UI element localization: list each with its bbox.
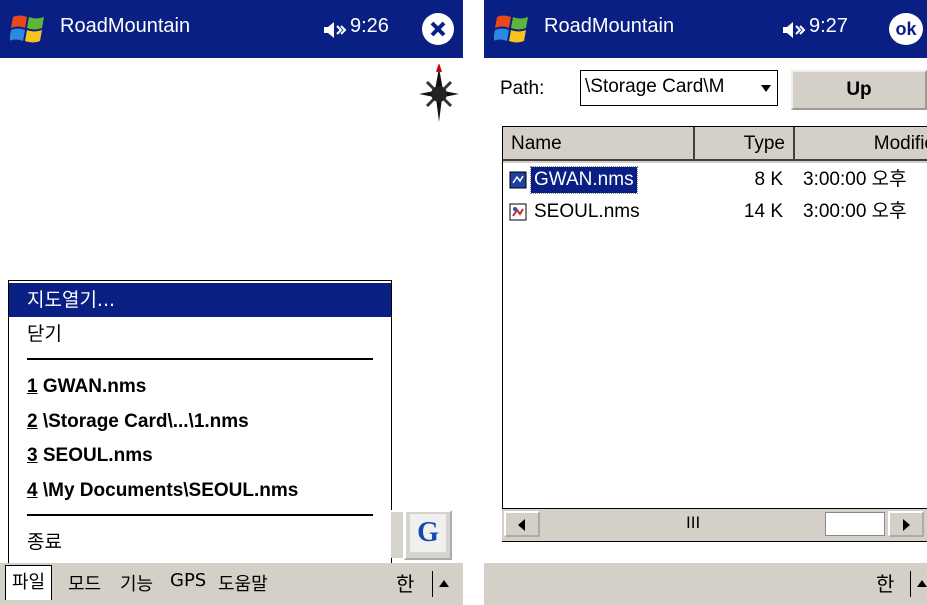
toolbar-button[interactable] — [391, 510, 403, 558]
menu-item-close[interactable]: 닫기 — [9, 317, 391, 351]
column-name[interactable]: Name — [503, 127, 695, 161]
input-panel-label: 한 — [396, 572, 415, 596]
chevron-down-icon — [761, 85, 771, 92]
speaker-icon[interactable] — [781, 20, 807, 40]
windows-flag-icon[interactable] — [10, 11, 48, 47]
file-modified: 3:00:00 오후 — [803, 169, 907, 190]
menu-bar: 파일 모드 기능 GPS 도움말 한 — [0, 563, 463, 605]
ok-button[interactable]: ok — [889, 13, 923, 45]
menubar-file[interactable]: 파일 — [5, 565, 53, 600]
file-name: SEOUL.nms — [534, 201, 640, 222]
recent-file-number: 2 — [27, 411, 38, 432]
menu-item-open-map[interactable]: 지도열기... — [9, 283, 391, 317]
recent-file-number: 4 — [27, 480, 38, 501]
windows-flag-icon[interactable] — [494, 11, 532, 47]
app-title: RoadMountain — [544, 15, 675, 37]
sip-arrow-icon[interactable] — [432, 571, 453, 597]
recent-file-path: GWAN.nms — [42, 376, 147, 397]
scroll-left-button[interactable] — [504, 511, 540, 537]
menu-bar: 한 — [484, 563, 927, 605]
compass-icon — [419, 64, 459, 122]
list-item[interactable]: GWAN.nms 8 K 3:00:00 오후 — [503, 165, 927, 195]
map-file-icon — [509, 171, 527, 189]
gps-toggle-button[interactable]: G — [404, 510, 452, 560]
input-panel-icon[interactable]: 한 — [876, 568, 912, 598]
menu-separator — [27, 358, 373, 360]
menu-item-exit[interactable]: 종료 — [9, 525, 391, 559]
menubar-mode[interactable]: 모드 — [68, 570, 101, 596]
sip-arrow-icon[interactable] — [910, 571, 927, 597]
app-title: RoadMountain — [60, 15, 191, 37]
recent-file-path: \Storage Card\...\1.nms — [42, 411, 249, 432]
scroll-thumb[interactable] — [825, 512, 885, 536]
recent-file-number: 1 — [27, 376, 38, 397]
path-dropdown[interactable]: \Storage Card\M — [580, 70, 778, 106]
up-button[interactable]: Up — [791, 70, 927, 110]
horizontal-scrollbar[interactable]: III — [502, 508, 927, 541]
clock: 9:26 — [350, 15, 389, 37]
file-name: GWAN.nms — [530, 166, 638, 194]
map-file-icon — [509, 203, 527, 221]
path-value: \Storage Card\M — [585, 76, 725, 97]
close-button[interactable] — [422, 13, 454, 45]
title-bar: RoadMountain 9:26 — [0, 0, 463, 58]
right-screen: RoadMountain 9:27 ok Path: \Storage Card… — [484, 0, 927, 605]
input-panel-icon[interactable]: 한 — [396, 568, 432, 598]
recent-file-3[interactable]: 3 SEOUL.nms — [9, 439, 391, 473]
recent-file-number: 3 — [27, 445, 38, 466]
scroll-grip-icon: III — [686, 513, 701, 532]
column-modified[interactable]: Modifie — [795, 127, 927, 161]
list-item[interactable]: SEOUL.nms 14 K 3:00:00 오후 — [503, 197, 927, 227]
recent-file-4[interactable]: 4 \My Documents\SEOUL.nms — [9, 474, 391, 508]
menu-separator — [27, 514, 373, 516]
left-screen: RoadMountain 9:26 지도열기... 닫기 1 GWAN.nms … — [0, 0, 463, 605]
list-header: Name Type Modifie — [503, 127, 927, 163]
menubar-gps[interactable]: GPS — [170, 570, 206, 591]
column-type[interactable]: Type — [695, 127, 795, 161]
path-label: Path: — [500, 78, 545, 99]
file-menu: 지도열기... 닫기 1 GWAN.nms 2 \Storage Card\..… — [8, 280, 392, 566]
file-modified: 3:00:00 오후 — [803, 201, 907, 222]
recent-file-path: \My Documents\SEOUL.nms — [42, 480, 299, 501]
file-size: 14 K — [743, 201, 783, 222]
clock: 9:27 — [809, 15, 848, 37]
recent-file-path: SEOUL.nms — [42, 445, 153, 466]
close-icon — [430, 21, 446, 37]
speaker-icon[interactable] — [322, 20, 348, 40]
menubar-help[interactable]: 도움말 — [218, 570, 268, 596]
recent-file-1[interactable]: 1 GWAN.nms — [9, 370, 391, 404]
file-size: 8 K — [754, 169, 783, 190]
file-list[interactable]: Name Type Modifie GWAN.nms 8 K 3:00:00 오… — [502, 126, 927, 542]
scroll-right-button[interactable] — [888, 511, 924, 537]
gps-button-label: G — [410, 514, 446, 552]
title-bar: RoadMountain 9:27 ok — [484, 0, 927, 58]
menubar-function[interactable]: 기능 — [120, 570, 153, 596]
input-panel-label: 한 — [876, 572, 895, 596]
recent-file-2[interactable]: 2 \Storage Card\...\1.nms — [9, 405, 391, 439]
